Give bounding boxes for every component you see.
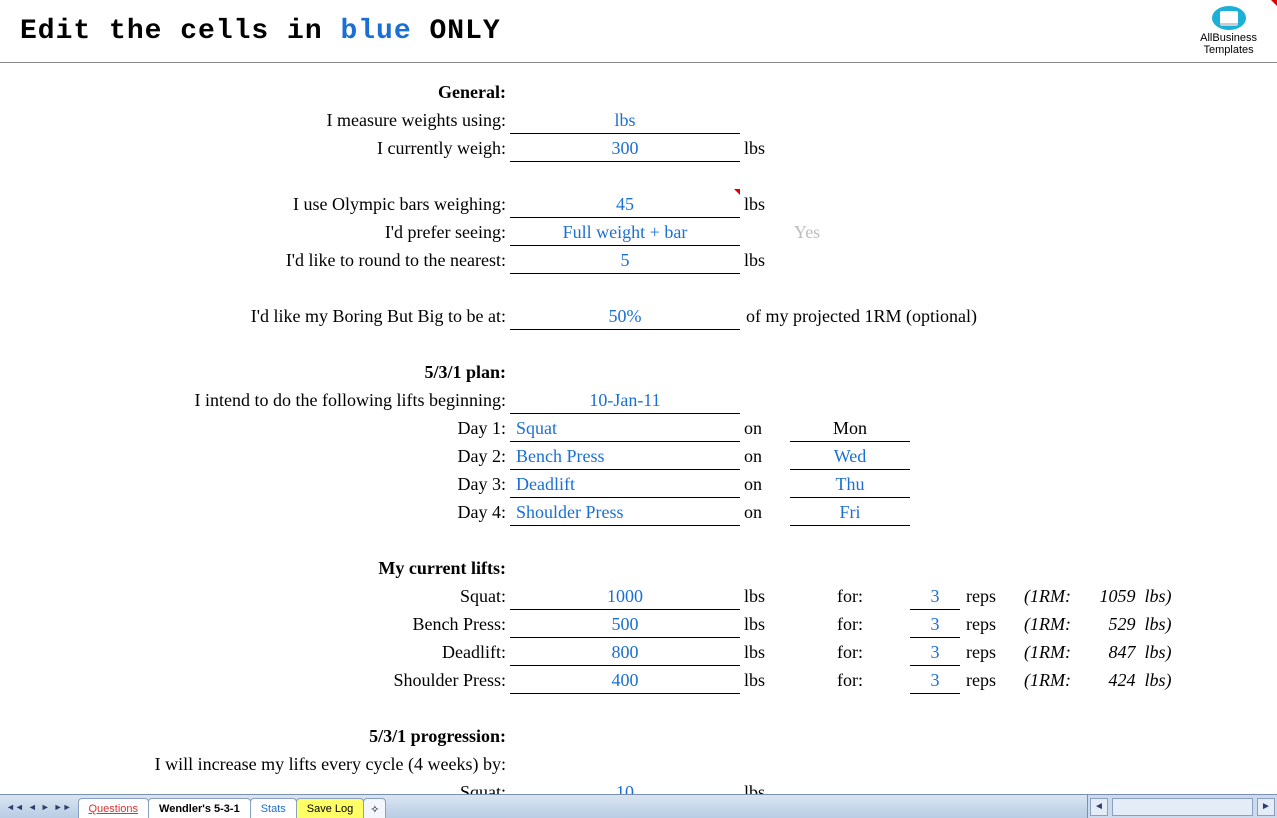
title-bar: Edit the cells in blue ONLY AllBusiness … [0,0,1277,63]
on-1: on [740,413,790,441]
monitor-icon [1212,6,1246,30]
tab-stats[interactable]: Stats [250,798,297,818]
input-measure-unit[interactable]: lbs [510,105,740,133]
section-header-progression: 5/3/1 progression: [20,721,510,749]
last-sheet-icon[interactable]: ►► [52,802,74,812]
cell-day1-day: Mon [790,413,910,441]
reps-dead: reps [960,637,1000,665]
label-bbb: I'd like my Boring But Big to be at: [20,301,510,329]
input-deadlift-weight[interactable]: 800 [510,637,740,665]
logo-text-2: Templates [1200,44,1257,56]
brand-logo: AllBusiness Templates [1200,6,1257,56]
new-sheet-icon[interactable]: ✧ [363,798,386,818]
input-squat-reps[interactable]: 3 [910,581,960,609]
on-2: on [740,441,790,469]
input-ohp-weight[interactable]: 400 [510,665,740,693]
horizontal-scrollbar[interactable]: ◄ ► [1087,795,1277,818]
section-header-current: My current lifts: [20,553,510,581]
unit-ohp: lbs [740,665,790,693]
unit-squat: lbs [740,581,790,609]
onerm-bench: (1RM: 529 lbs) [1000,609,1175,637]
input-day3-day[interactable]: Thu [790,469,910,497]
title-blue-word: blue [340,16,411,47]
reps-squat: reps [960,581,1000,609]
for-bench: for: [790,609,910,637]
input-day4-day[interactable]: Fri [790,497,910,525]
for-ohp: for: [790,665,910,693]
input-day3-lift[interactable]: Deadlift [510,469,740,497]
reps-bench: reps [960,609,1000,637]
unit-bench: lbs [740,609,790,637]
input-deadlift-reps[interactable]: 3 [910,637,960,665]
unit-weigh: lbs [740,133,790,161]
input-prefer-display[interactable]: Full weight + bar [510,217,740,245]
label-progression: I will increase my lifts every cycle (4 … [20,749,510,777]
input-body-weight[interactable]: 300 [510,133,740,161]
label-squat: Squat: [20,581,510,609]
reps-ohp: reps [960,665,1000,693]
onerm-ohp: (1RM: 424 lbs) [1000,665,1175,693]
input-begin-date[interactable]: 10-Jan-11 [510,385,740,413]
label-prefer: I'd prefer seeing: [20,217,510,245]
label-bar: I use Olympic bars weighing: [20,189,510,217]
input-squat-weight[interactable]: 1000 [510,581,740,609]
prev-sheet-icon[interactable]: ◄ [26,802,39,812]
unit-round: lbs [740,245,790,273]
page-title: Edit the cells in blue ONLY [20,16,501,47]
label-measure: I measure weights using: [20,105,510,133]
label-bench: Bench Press: [20,609,510,637]
label-deadlift: Deadlift: [20,637,510,665]
onerm-squat: (1RM: 1059 lbs) [1000,581,1175,609]
input-round[interactable]: 5 [510,245,740,273]
input-day2-day[interactable]: Wed [790,441,910,469]
input-bbb-percent[interactable]: 50% [510,301,740,329]
title-pre: Edit the cells in [20,16,340,47]
scroll-right-icon[interactable]: ► [1257,798,1275,816]
input-ohp-reps[interactable]: 3 [910,665,960,693]
for-squat: for: [790,581,910,609]
for-dead: for: [790,637,910,665]
onerm-dead: (1RM: 847 lbs) [1000,637,1175,665]
input-day4-lift[interactable]: Shoulder Press [510,497,740,525]
label-day2: Day 2: [20,441,510,469]
unit-bar: lbs [740,189,790,217]
worksheet: General: I measure weights using: lbs I … [0,63,1277,806]
label-ohp: Shoulder Press: [20,665,510,693]
label-round: I'd like to round to the nearest: [20,245,510,273]
logo-text-1: AllBusiness [1200,32,1257,44]
section-header-general: General: [20,77,510,105]
label-day4: Day 4: [20,497,510,525]
input-bar-weight[interactable]: 45 [510,189,740,217]
tab-nav: ◄◄ ◄ ► ►► [0,795,78,818]
tab-questions[interactable]: Questions [78,798,150,818]
sheet-tab-strip: ◄◄ ◄ ► ►► Questions Wendler's 5-3-1 Stat… [0,794,1277,818]
next-sheet-icon[interactable]: ► [39,802,52,812]
on-4: on [740,497,790,525]
title-post: ONLY [412,16,501,47]
hint-yes: Yes [790,217,910,245]
input-day1-lift[interactable]: Squat [510,413,740,441]
unit-dead: lbs [740,637,790,665]
input-bench-weight[interactable]: 500 [510,609,740,637]
label-begin: I intend to do the following lifts begin… [20,385,510,413]
scroll-track[interactable] [1112,798,1253,816]
tab-save-log[interactable]: Save Log [296,798,364,818]
first-sheet-icon[interactable]: ◄◄ [4,802,26,812]
scroll-left-icon[interactable]: ◄ [1090,798,1108,816]
label-weigh: I currently weigh: [20,133,510,161]
section-header-plan: 5/3/1 plan: [20,357,510,385]
input-bench-reps[interactable]: 3 [910,609,960,637]
label-day1: Day 1: [20,413,510,441]
tab-wendler[interactable]: Wendler's 5-3-1 [148,798,251,818]
on-3: on [740,469,790,497]
input-day2-lift[interactable]: Bench Press [510,441,740,469]
suffix-bbb: of my projected 1RM (optional) [740,301,1175,329]
label-day3: Day 3: [20,469,510,497]
form-table: General: I measure weights using: lbs I … [20,77,1175,806]
